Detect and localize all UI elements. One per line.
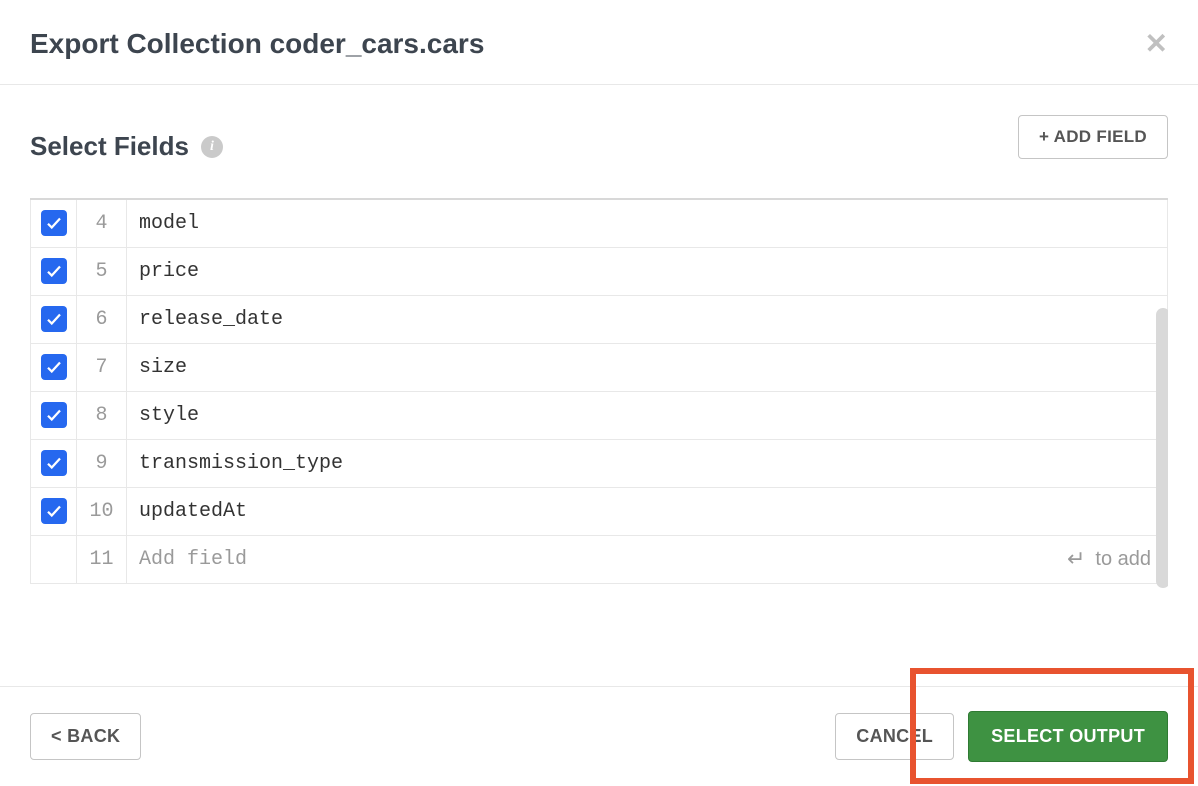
field-name-cell[interactable]: model xyxy=(127,199,1168,247)
add-field-button[interactable]: + ADD FIELD xyxy=(1018,115,1168,159)
info-icon[interactable]: i xyxy=(201,136,223,158)
field-row-number: 7 xyxy=(77,343,127,391)
field-check-cell xyxy=(31,343,77,391)
field-check-cell xyxy=(31,391,77,439)
section-header: Select Fields i + ADD FIELD xyxy=(30,115,1168,162)
field-row-number: 4 xyxy=(77,199,127,247)
modal-footer: < BACK CANCEL SELECT OUTPUT xyxy=(0,686,1198,786)
field-row: 10updatedAt xyxy=(31,487,1168,535)
section-title-wrap: Select Fields i xyxy=(30,131,223,162)
field-row: 7size xyxy=(31,343,1168,391)
field-row-number: 8 xyxy=(77,391,127,439)
add-field-row-number: 11 xyxy=(77,535,127,583)
field-check-cell xyxy=(31,247,77,295)
field-list-table: 4model5price6release_date7size8style9tra… xyxy=(30,198,1168,584)
section-title: Select Fields xyxy=(30,131,189,162)
field-checkbox[interactable] xyxy=(41,450,67,476)
field-row: 5price xyxy=(31,247,1168,295)
field-checkbox[interactable] xyxy=(41,306,67,332)
field-check-cell xyxy=(31,295,77,343)
back-button[interactable]: < BACK xyxy=(30,713,141,760)
field-row-number: 9 xyxy=(77,439,127,487)
field-row-number: 5 xyxy=(77,247,127,295)
export-collection-modal: Export Collection coder_cars.cars ✕ Sele… xyxy=(0,0,1198,786)
field-check-cell xyxy=(31,487,77,535)
cancel-button[interactable]: CANCEL xyxy=(835,713,954,760)
modal-header: Export Collection coder_cars.cars ✕ xyxy=(0,0,1198,85)
field-row: 8style xyxy=(31,391,1168,439)
close-icon[interactable]: ✕ xyxy=(1145,30,1168,58)
field-checkbox[interactable] xyxy=(41,498,67,524)
field-check-cell xyxy=(31,439,77,487)
field-row: 9transmission_type xyxy=(31,439,1168,487)
field-row-number: 10 xyxy=(77,487,127,535)
field-checkbox[interactable] xyxy=(41,210,67,236)
field-name-cell[interactable]: size xyxy=(127,343,1168,391)
scrollbar-thumb[interactable] xyxy=(1156,308,1168,588)
add-field-hint: ↵ to add xyxy=(1067,546,1151,572)
field-list-container: 4model5price6release_date7size8style9tra… xyxy=(30,198,1168,656)
field-checkbox[interactable] xyxy=(41,402,67,428)
field-checkbox[interactable] xyxy=(41,354,67,380)
enter-key-icon: ↵ xyxy=(1067,546,1085,572)
add-field-row: 11Add field↵to add xyxy=(31,535,1168,583)
field-checkbox[interactable] xyxy=(41,258,67,284)
field-row-number: 6 xyxy=(77,295,127,343)
add-field-hint-text: to add xyxy=(1095,548,1151,571)
field-row: 4model xyxy=(31,199,1168,247)
field-name-cell[interactable]: price xyxy=(127,247,1168,295)
field-name-cell[interactable]: release_date xyxy=(127,295,1168,343)
modal-body: Select Fields i + ADD FIELD 4model5price… xyxy=(0,85,1198,686)
field-name-cell[interactable]: style xyxy=(127,391,1168,439)
field-check-cell xyxy=(31,199,77,247)
modal-title: Export Collection coder_cars.cars xyxy=(30,28,484,60)
add-field-check-cell xyxy=(31,535,77,583)
select-output-button[interactable]: SELECT OUTPUT xyxy=(968,711,1168,762)
field-name-cell[interactable]: transmission_type xyxy=(127,439,1168,487)
field-row: 6release_date xyxy=(31,295,1168,343)
field-name-cell[interactable]: updatedAt xyxy=(127,487,1168,535)
add-field-input[interactable]: Add field↵to add xyxy=(127,535,1168,583)
footer-right: CANCEL SELECT OUTPUT xyxy=(835,711,1168,762)
